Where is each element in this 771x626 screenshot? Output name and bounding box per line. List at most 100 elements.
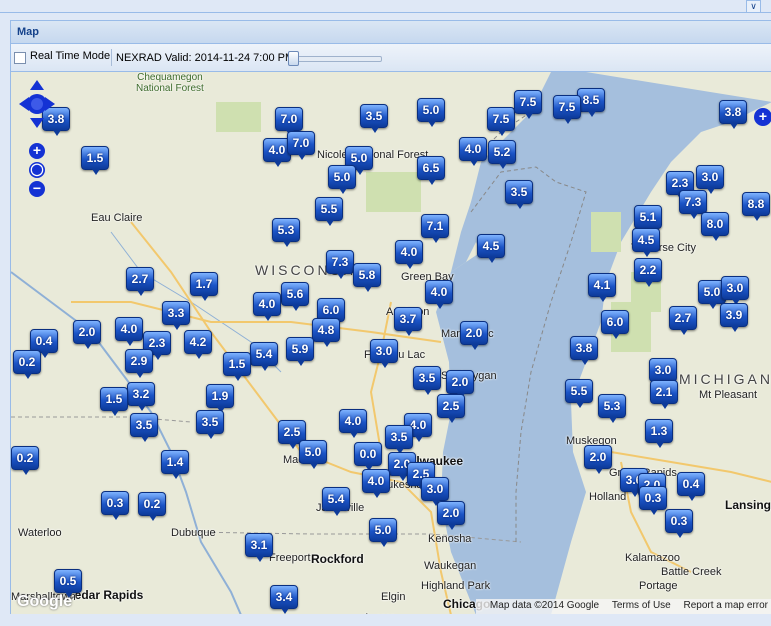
pan-control-icon[interactable] [19,80,55,128]
precip-marker[interactable]: 1.5 [223,352,251,381]
precip-marker[interactable]: 7.5 [553,95,581,124]
precip-marker[interactable]: 4.0 [253,292,281,321]
precip-marker[interactable]: 3.5 [130,413,158,442]
precip-marker[interactable]: 5.9 [286,337,314,366]
report-map-error-link[interactable]: Report a map error [684,600,768,611]
precip-marker[interactable]: 4.2 [184,330,212,359]
bottom-strip [0,614,771,626]
precip-marker[interactable]: 8.5 [577,88,605,117]
precip-marker[interactable]: 2.0 [437,501,465,530]
precip-marker[interactable]: 5.0 [299,440,327,469]
precip-marker[interactable]: 5.5 [565,379,593,408]
precip-marker[interactable]: 5.5 [315,197,343,226]
precip-marker[interactable]: 3.0 [721,276,749,305]
precip-marker[interactable]: 0.2 [11,446,39,475]
precip-marker[interactable]: 6.5 [417,156,445,185]
precip-marker[interactable]: 0.3 [101,491,129,520]
precip-marker[interactable]: 5.6 [281,282,309,311]
precip-marker[interactable]: 4.0 [339,409,367,438]
precip-marker[interactable]: 7.1 [421,214,449,243]
precip-marker[interactable]: 5.4 [322,487,350,516]
precip-marker[interactable]: 3.3 [162,301,190,330]
precip-marker[interactable]: 0.2 [138,492,166,521]
precip-marker[interactable]: 2.0 [584,445,612,474]
precip-marker[interactable]: 8.8 [742,192,770,221]
precip-marker[interactable]: 3.9 [720,303,748,332]
precip-marker[interactable]: 0.0 [354,442,382,471]
precip-marker[interactable]: 2.7 [126,267,154,296]
precip-marker[interactable]: 7.3 [326,250,354,279]
precip-marker[interactable]: 4.5 [477,234,505,263]
precip-marker[interactable]: 0.5 [54,569,82,598]
time-slider-thumb[interactable] [288,51,299,66]
precip-marker[interactable]: 0.3 [639,486,667,515]
precip-marker[interactable]: 3.8 [719,100,747,129]
globe-icon[interactable]: ◯ [29,162,45,178]
precip-marker[interactable]: 5.3 [272,218,300,247]
precip-marker[interactable]: 4.8 [312,318,340,347]
precip-marker[interactable]: 3.8 [570,336,598,365]
precip-marker[interactable]: 3.2 [127,382,155,411]
precip-marker[interactable]: 5.0 [328,165,356,194]
precip-marker[interactable]: 6.0 [601,310,629,339]
precip-marker[interactable]: 2.0 [446,370,474,399]
precip-marker[interactable]: 3.0 [696,165,724,194]
precip-marker[interactable]: 7.3 [679,190,707,219]
precip-marker[interactable]: 4.5 [632,228,660,257]
precip-marker[interactable]: 3.0 [370,339,398,368]
chevron-down-icon[interactable]: ∨ [746,0,761,13]
precip-marker[interactable]: 7.0 [275,107,303,136]
precip-marker[interactable]: 5.4 [250,342,278,371]
precip-marker[interactable]: 4.0 [459,137,487,166]
precip-marker[interactable]: 3.5 [505,180,533,209]
precip-marker[interactable]: 8.0 [701,212,729,241]
precip-marker[interactable]: 3.5 [196,410,224,439]
precip-marker[interactable]: 3.5 [385,425,413,454]
precip-marker[interactable]: 2.0 [460,321,488,350]
precip-marker[interactable]: 5.0 [369,518,397,547]
precip-marker[interactable]: 3.4 [270,585,298,614]
precip-marker[interactable]: 5.2 [488,140,516,169]
precip-marker[interactable]: 1.7 [190,272,218,301]
precip-marker[interactable]: 3.0 [649,358,677,387]
precip-marker[interactable]: 0.2 [13,350,41,379]
precip-marker[interactable]: 5.0 [417,98,445,127]
precip-marker[interactable]: 4.0 [362,469,390,498]
place-label: Highland Park [421,580,491,592]
precip-marker[interactable]: 3.5 [413,366,441,395]
precip-marker[interactable]: 5.1 [634,205,662,234]
precip-marker[interactable]: 2.5 [437,394,465,423]
precip-marker[interactable]: 4.0 [115,317,143,346]
precip-marker[interactable]: 7.5 [514,90,542,119]
precip-marker[interactable]: 0.3 [665,509,693,538]
expand-plus-button[interactable]: + [754,108,771,126]
precip-marker[interactable]: 2.9 [125,349,153,378]
time-slider-track[interactable] [292,56,382,62]
precip-marker[interactable]: 2.1 [650,380,678,409]
precip-marker[interactable]: 2.2 [634,258,662,287]
precip-marker[interactable]: 1.4 [161,450,189,479]
zoom-in-button[interactable]: + [29,143,45,159]
precip-marker[interactable]: 5.3 [598,394,626,423]
precip-marker[interactable]: 4.0 [395,240,423,269]
precip-marker[interactable]: 2.0 [73,320,101,349]
precip-marker[interactable]: 3.7 [394,307,422,336]
precip-marker[interactable]: 1.9 [206,384,234,413]
precip-marker[interactable]: 4.0 [425,280,453,309]
precip-marker[interactable]: 3.0 [421,477,449,506]
precip-marker[interactable]: 7.5 [487,107,515,136]
precip-marker[interactable]: 1.3 [645,419,673,448]
precip-marker[interactable]: 1.5 [81,146,109,175]
map-view[interactable]: Chequamegon National Forest Nicolet Natio… [11,72,771,615]
precip-marker[interactable]: 5.8 [353,263,381,292]
realtime-checkbox[interactable] [14,52,26,64]
precip-marker[interactable]: 2.7 [669,306,697,335]
zoom-out-button[interactable]: − [29,181,45,197]
terms-of-use-link[interactable]: Terms of Use [612,600,671,611]
precip-marker[interactable]: 0.4 [677,472,705,501]
precip-marker[interactable]: 3.1 [245,533,273,562]
precip-marker[interactable]: 1.5 [100,387,128,416]
precip-marker[interactable]: 3.5 [360,104,388,133]
precip-marker[interactable]: 4.1 [588,273,616,302]
precip-marker[interactable]: 7.0 [287,131,315,160]
